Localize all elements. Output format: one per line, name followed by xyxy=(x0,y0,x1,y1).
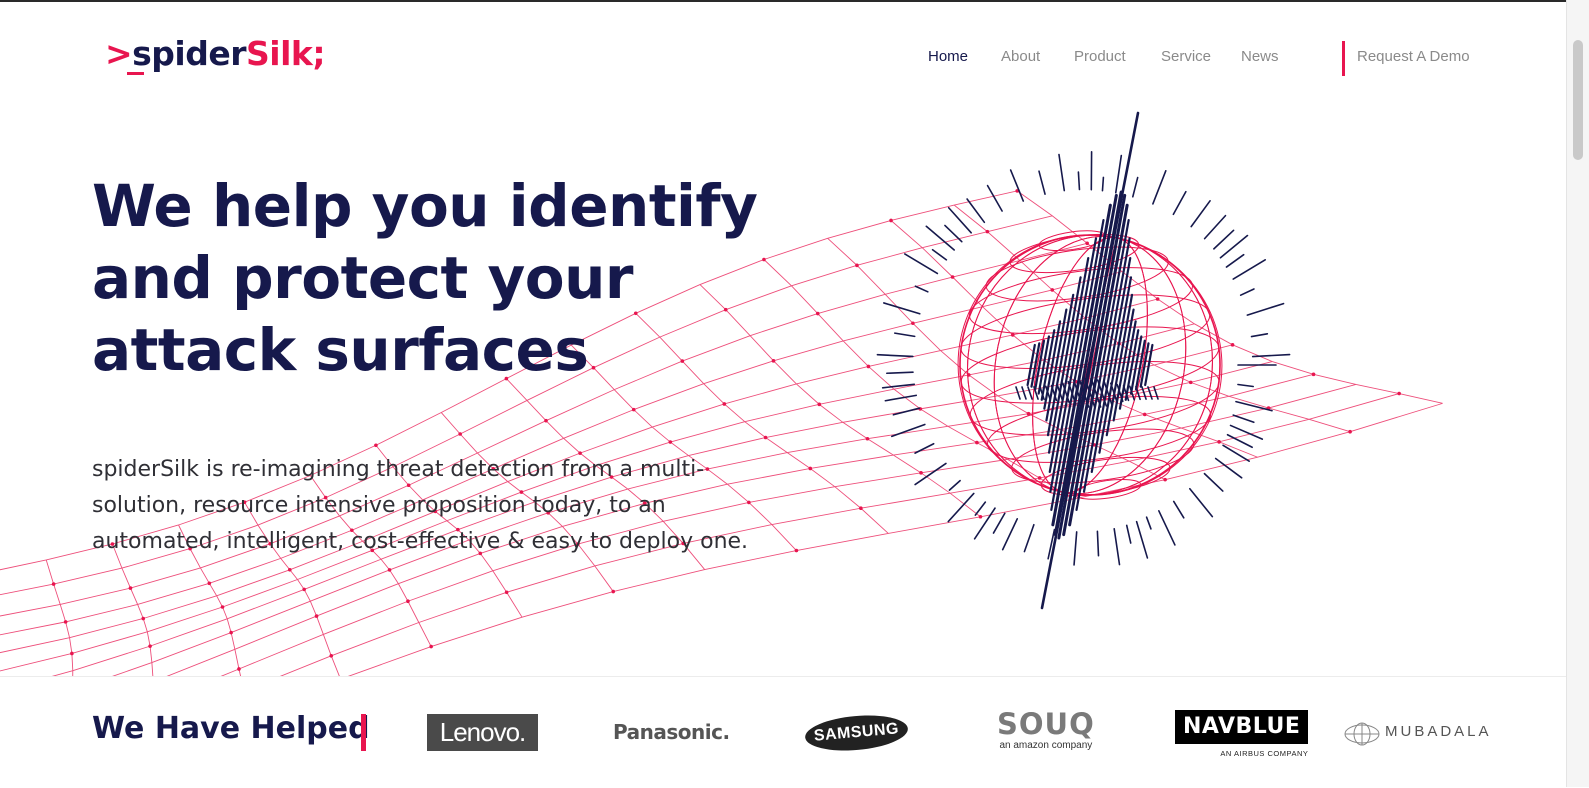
client-logo-panasonic: Panasonic. xyxy=(613,720,730,744)
hero-title: We help you identifyand protect youratta… xyxy=(92,170,812,386)
clients-heading: We Have Helped xyxy=(92,711,370,746)
navblue-wordmark: NAVBLUE xyxy=(1175,710,1308,744)
scrollbar-thumb[interactable] xyxy=(1573,40,1583,160)
request-demo-link[interactable]: Request A Demo xyxy=(1357,48,1470,68)
logo-word-silk: Silk xyxy=(246,34,312,73)
logo-suffix-glyph: ; xyxy=(312,34,325,73)
hero-description: spiderSilk is re-imagining threat detect… xyxy=(92,452,792,560)
navblue-tagline: AN AIRBUS COMPANY xyxy=(1175,749,1308,758)
souq-wordmark: SOUQ xyxy=(997,708,1095,740)
spidersilk-logo[interactable]: >spiderSilk; xyxy=(105,34,325,73)
logo-cursor-underline xyxy=(127,72,144,75)
clients-heading-accent xyxy=(361,714,366,751)
hero-title-line-1: We help you identify xyxy=(92,172,757,240)
nav-news[interactable]: News xyxy=(1241,48,1279,68)
nav-service[interactable]: Service xyxy=(1161,48,1211,68)
client-logo-souq: SOUQ an amazon company xyxy=(997,708,1095,752)
nav-product[interactable]: Product xyxy=(1074,48,1126,68)
souq-tagline: an amazon company xyxy=(997,740,1095,752)
wireframe-globe-icon xyxy=(860,105,1360,615)
mubadala-emblem-icon xyxy=(1343,722,1381,746)
mubadala-wordmark: MUBADALA xyxy=(1385,723,1492,740)
nav-cta-divider xyxy=(1342,41,1345,76)
client-logo-lenovo: Lenovo. xyxy=(427,714,538,751)
hero-title-line-2: and protect your xyxy=(92,244,633,312)
vertical-scrollbar[interactable] xyxy=(1566,0,1589,787)
hero-title-line-3: attack surfaces xyxy=(92,316,588,384)
logo-prompt-glyph: > xyxy=(105,34,132,73)
client-logo-navblue: NAVBLUE AN AIRBUS COMPANY xyxy=(1175,710,1308,758)
logo-word-spider: spider xyxy=(132,34,246,73)
client-logo-mubadala: MUBADALA xyxy=(1343,722,1381,751)
nav-home[interactable]: Home xyxy=(928,48,968,68)
nav-about[interactable]: About xyxy=(1001,48,1040,68)
